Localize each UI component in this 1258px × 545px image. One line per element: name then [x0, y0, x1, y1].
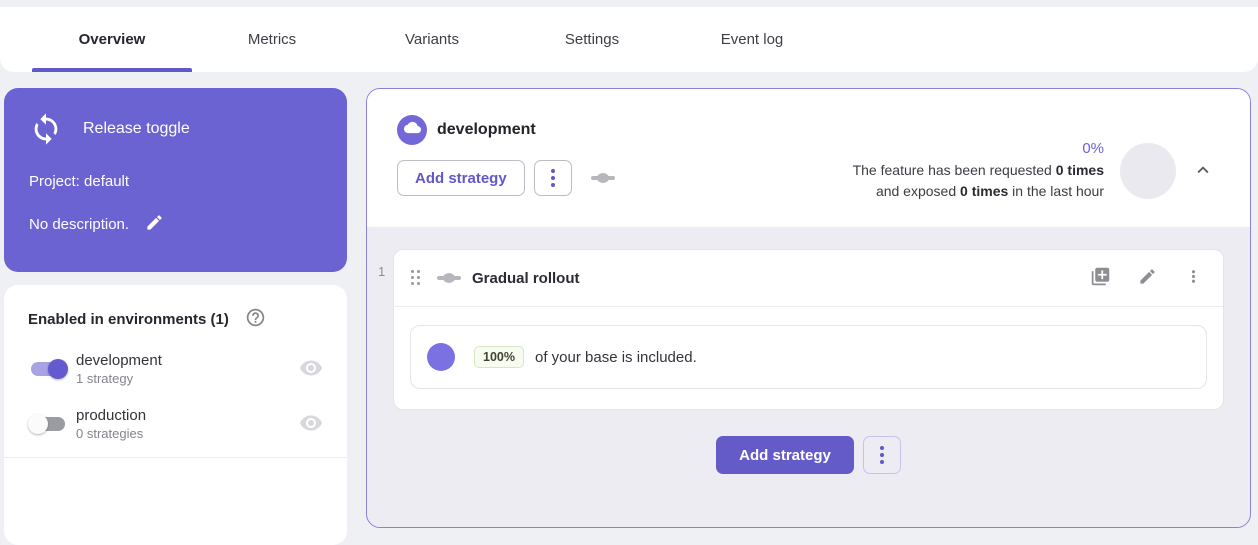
tab-settings[interactable]: Settings — [512, 7, 672, 72]
kebab-icon — [1184, 267, 1203, 289]
strategy-name: Gradual rollout — [472, 270, 1090, 287]
environments-card-divider — [4, 457, 347, 458]
environment-strategy-count: 1 strategy — [76, 371, 299, 386]
edit-icon — [1138, 267, 1157, 289]
cloud-icon — [404, 119, 421, 141]
environment-row-development: development 1 strategy — [28, 352, 323, 386]
strategy-more-options-button[interactable] — [1184, 267, 1203, 289]
drag-handle-icon[interactable] — [411, 270, 421, 286]
metrics-donut-chart — [1120, 143, 1176, 199]
rollout-percentage-circle — [427, 343, 455, 371]
strategy-list: 1 Gradual rollout — [367, 227, 1250, 474]
environment-name: production — [76, 407, 299, 424]
tab-overview[interactable]: Overview — [32, 7, 192, 72]
environment-strategy-count: 0 strategies — [76, 426, 299, 441]
rollout-description: of your base is included. — [535, 349, 697, 366]
production-toggle-switch[interactable] — [28, 413, 68, 435]
help-button[interactable] — [245, 307, 266, 331]
metrics-summary-line2: and exposed 0 times in the last hour — [853, 181, 1104, 202]
development-environment-panel: development Add strategy — [366, 88, 1251, 528]
development-toggle-switch[interactable] — [28, 358, 68, 380]
preview-environment-button[interactable] — [299, 411, 323, 438]
collapse-panel-button[interactable] — [1192, 159, 1214, 184]
environment-name: development — [76, 352, 299, 369]
metrics-summary-line1: The feature has been requested 0 times — [853, 160, 1104, 181]
edit-description-button[interactable] — [145, 213, 164, 235]
rollout-percentage-badge: 100% — [474, 346, 524, 368]
edit-icon — [145, 213, 164, 235]
rollout-summary: 100% of your base is included. — [410, 325, 1207, 389]
environment-more-options-button[interactable] — [534, 160, 572, 196]
add-strategy-button[interactable]: Add strategy — [397, 160, 525, 196]
feature-description: No description. — [29, 216, 129, 233]
environment-cloud-badge — [397, 115, 427, 145]
copy-add-icon — [1090, 266, 1111, 290]
tab-overview-label: Overview — [79, 31, 146, 48]
rollout-indicator-icon — [591, 172, 615, 184]
preview-environment-button[interactable] — [299, 356, 323, 383]
tab-variants-label: Variants — [405, 31, 459, 48]
edit-strategy-button[interactable] — [1138, 267, 1157, 289]
enabled-environments-title: Enabled in environments (1) — [28, 311, 229, 328]
metrics-percentage: 0% — [853, 140, 1104, 157]
tab-settings-label: Settings — [565, 31, 619, 48]
environment-panel-header: development Add strategy — [367, 89, 1250, 227]
tab-event-log-label: Event log — [721, 31, 784, 48]
kebab-icon — [551, 169, 555, 187]
feature-type-card: Release toggle Project: default No descr… — [4, 88, 347, 272]
eye-icon — [299, 411, 323, 438]
environment-row-production: production 0 strategies — [28, 407, 323, 441]
tab-event-log[interactable]: Event log — [672, 7, 832, 72]
release-toggle-icon — [29, 112, 63, 146]
enabled-environments-card: Enabled in environments (1) development — [4, 285, 347, 545]
tab-variants[interactable]: Variants — [352, 7, 512, 72]
help-icon — [245, 307, 266, 331]
footer-more-options-button[interactable] — [863, 436, 901, 474]
tab-metrics[interactable]: Metrics — [192, 7, 352, 72]
project-label: Project: default — [29, 173, 322, 190]
strategy-index: 1 — [378, 264, 385, 279]
rollout-strategy-icon — [437, 272, 461, 284]
feature-tab-bar: Overview Metrics Variants Settings Event… — [0, 7, 1258, 72]
add-strategy-button-footer[interactable]: Add strategy — [716, 436, 854, 474]
active-tab-underline — [32, 68, 192, 72]
copy-strategy-button[interactable] — [1090, 266, 1111, 290]
tab-metrics-label: Metrics — [248, 31, 296, 48]
chevron-up-icon — [1192, 159, 1214, 184]
strategy-card: Gradual rollout — [393, 249, 1224, 410]
eye-icon — [299, 356, 323, 383]
feature-type-label: Release toggle — [83, 120, 190, 138]
environment-panel-title: development — [437, 121, 536, 139]
kebab-icon — [880, 446, 884, 464]
